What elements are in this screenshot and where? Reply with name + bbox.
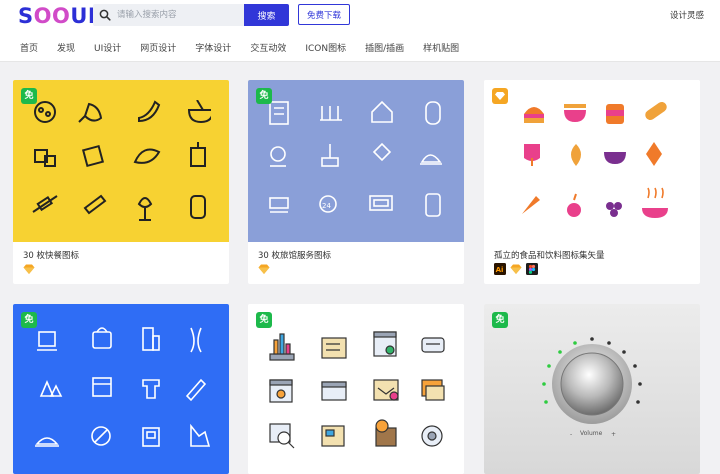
card-title[interactable]: 30 枚旅馆服务图标 — [258, 249, 331, 261]
volume-label: Volume — [580, 430, 603, 437]
nav-item-home[interactable]: 首页 — [20, 41, 38, 54]
nav-item-ui-design[interactable]: UI设计 — [94, 41, 121, 54]
figma-icon — [526, 263, 538, 275]
nav-item-discover[interactable]: 发现 — [57, 41, 75, 54]
search-input[interactable] — [117, 7, 241, 23]
search-icon — [99, 9, 111, 21]
fast-food-icons-illustration — [32, 100, 211, 221]
search-box[interactable] — [93, 4, 245, 26]
nav-item-illustration[interactable]: 插图/插画 — [365, 41, 404, 54]
card-title[interactable]: 30 枚快餐图标 — [23, 249, 79, 261]
nav-item-web-design[interactable]: 网页设计 — [140, 41, 176, 54]
card-blue-line-icons[interactable]: 免 — [13, 304, 229, 474]
card-thumbnail[interactable]: - + Volume — [484, 304, 700, 474]
free-badge: 免 — [256, 88, 272, 104]
sketch-badge — [492, 88, 508, 104]
search-button[interactable]: 搜索 — [244, 4, 289, 26]
sketch-icon — [510, 264, 522, 274]
volume-knob-illustration: - + Volume — [542, 337, 642, 438]
sketch-icon — [258, 264, 270, 274]
card-thumbnail[interactable] — [484, 80, 700, 242]
nav-item-font-design[interactable]: 字体设计 — [195, 41, 231, 54]
card-hotel-service-icons[interactable]: 24 免 30 枚旅馆服务图标 — [248, 80, 464, 284]
card-flat-ui-icons[interactable]: 免 — [248, 304, 464, 474]
card-fast-food-icons[interactable]: 免 30 枚快餐图标 — [13, 80, 229, 284]
search-bar: 搜索 — [93, 4, 289, 26]
free-badge: 免 — [21, 312, 37, 328]
logo-oo: OO — [33, 4, 71, 28]
card-food-drink-icons[interactable]: 孤立的食品和饮料图标集矢量 Ai — [484, 80, 700, 284]
card-title[interactable]: 孤立的食品和饮料图标集矢量 — [494, 249, 605, 261]
food-drink-icons-illustration — [522, 101, 668, 218]
card-tags — [258, 263, 270, 275]
card-thumbnail[interactable] — [248, 304, 464, 474]
svg-text:Ai: Ai — [496, 266, 504, 274]
nav-item-mockup[interactable]: 样机贴图 — [423, 41, 459, 54]
free-badge: 免 — [256, 312, 272, 328]
card-thumbnail[interactable]: 24 — [248, 80, 464, 242]
logo[interactable]: SOOUI — [18, 4, 96, 28]
nav-item-motion[interactable]: 交互动效 — [250, 41, 286, 54]
top-bar: SOOUI 搜索 免费下载 设计灵感 首页 发现 UI设计 网页设计 字体设计 … — [0, 0, 720, 62]
free-badge: 免 — [492, 312, 508, 328]
free-download-button[interactable]: 免费下载 — [298, 4, 350, 25]
blue-line-icons-illustration — [35, 327, 211, 447]
flat-ui-icons-illustration — [269, 331, 445, 449]
design-inspiration-link[interactable]: 设计灵感 — [670, 9, 704, 21]
svg-text:-: - — [570, 431, 572, 438]
illustrator-icon: Ai — [494, 263, 506, 275]
sketch-icon — [495, 92, 505, 100]
card-volume-knob[interactable]: - + Volume 免 — [484, 304, 700, 474]
hotel-service-icons-illustration: 24 — [269, 100, 442, 217]
card-tags — [23, 263, 35, 275]
card-thumbnail[interactable] — [13, 304, 229, 474]
card-tags: Ai — [494, 263, 538, 275]
free-badge: 免 — [21, 88, 37, 104]
svg-text:24: 24 — [322, 202, 331, 210]
card-thumbnail[interactable] — [13, 80, 229, 242]
svg-text:+: + — [611, 431, 616, 438]
main-nav: 首页 发现 UI设计 网页设计 字体设计 交互动效 ICON图标 插图/插画 样… — [20, 41, 478, 54]
logo-s: S — [18, 4, 34, 28]
sketch-icon — [23, 264, 35, 274]
nav-item-icon[interactable]: ICON图标 — [305, 41, 346, 54]
